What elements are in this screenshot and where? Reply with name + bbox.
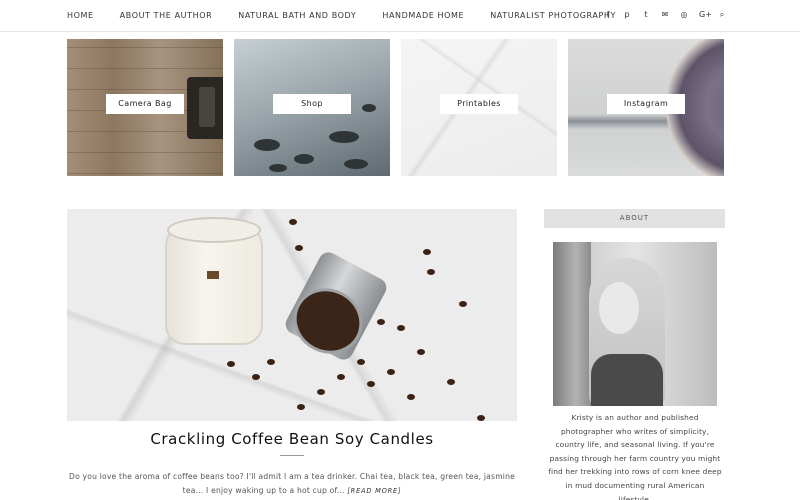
rock-image <box>254 139 280 151</box>
candle-wick <box>207 271 219 279</box>
coffee-bean <box>357 359 365 365</box>
tile-printables[interactable]: Printables <box>401 39 557 176</box>
nav-item-handmade-home[interactable]: HANDMADE HOME <box>382 11 464 20</box>
post-excerpt-text: Do you love the aroma of coffee beans to… <box>69 472 515 495</box>
candle-jar-rim <box>167 217 261 243</box>
coffee-bean <box>252 374 260 380</box>
rock-image <box>294 154 314 164</box>
facebook-icon[interactable]: f <box>604 10 612 20</box>
email-icon[interactable]: ✉ <box>661 10 669 20</box>
author-face <box>599 282 639 334</box>
pinterest-icon[interactable]: p <box>623 10 631 20</box>
coffee-bean <box>447 379 455 385</box>
tile-label-instagram[interactable]: Instagram <box>607 94 685 114</box>
search-icon[interactable]: ⌕ <box>718 10 726 20</box>
coffee-bean <box>295 245 303 251</box>
rock-image <box>329 131 359 143</box>
tile-label-printables[interactable]: Printables <box>440 94 518 114</box>
about-heading: ABOUT <box>544 209 725 228</box>
coffee-bean <box>387 369 395 375</box>
google-plus-icon[interactable]: G+ <box>699 10 712 20</box>
tile-shop[interactable]: Shop <box>234 39 390 176</box>
nav-item-home[interactable]: HOME <box>67 11 94 20</box>
coffee-bean <box>407 394 415 400</box>
coffee-bean <box>417 349 425 355</box>
top-navigation: HOME ABOUT THE AUTHOR NATURAL BATH AND B… <box>0 0 800 32</box>
social-icons: f p t ✉ ◎ G+ ⌕ <box>593 10 726 20</box>
coffee-bean <box>477 415 485 421</box>
post-excerpt: Do you love the aroma of coffee beans to… <box>67 470 517 498</box>
rock-image <box>269 164 287 172</box>
tile-label-camera-bag[interactable]: Camera Bag <box>106 94 184 114</box>
camera-lens-image <box>199 87 215 127</box>
coffee-bean <box>289 219 297 225</box>
coffee-bean <box>317 389 325 395</box>
about-text: Kristy is an author and published photog… <box>548 413 722 500</box>
post-title[interactable]: Crackling Coffee Bean Soy Candles <box>67 430 517 448</box>
coffee-bean <box>397 325 405 331</box>
coffee-bean <box>427 269 435 275</box>
coffee-bean <box>297 404 305 410</box>
rock-image <box>344 159 368 169</box>
post-featured-image[interactable] <box>67 209 517 421</box>
coffee-bean <box>267 359 275 365</box>
twitter-icon[interactable]: t <box>642 10 650 20</box>
author-photo <box>553 242 717 406</box>
nav-item-about-the-author[interactable]: ABOUT THE AUTHOR <box>120 11 213 20</box>
wood-door <box>553 242 591 406</box>
coffee-bean <box>227 361 235 367</box>
title-divider <box>280 455 304 456</box>
coffee-bean <box>377 319 385 325</box>
rock-image <box>362 104 376 112</box>
instagram-icon[interactable]: ◎ <box>680 10 688 20</box>
read-more-link[interactable]: [READ MORE] <box>347 487 401 495</box>
coffee-bean <box>337 374 345 380</box>
coffee-bean <box>459 301 467 307</box>
tile-instagram[interactable]: Instagram <box>568 39 724 176</box>
author-shirt <box>591 354 663 406</box>
coffee-bean <box>367 381 375 387</box>
coffee-bean <box>423 249 431 255</box>
main-menu: HOME ABOUT THE AUTHOR NATURAL BATH AND B… <box>67 11 642 20</box>
tile-label-shop[interactable]: Shop <box>273 94 351 114</box>
nav-item-natural-bath-and-body[interactable]: NATURAL BATH AND BODY <box>238 11 356 20</box>
tile-camera-bag[interactable]: Camera Bag <box>67 39 223 176</box>
